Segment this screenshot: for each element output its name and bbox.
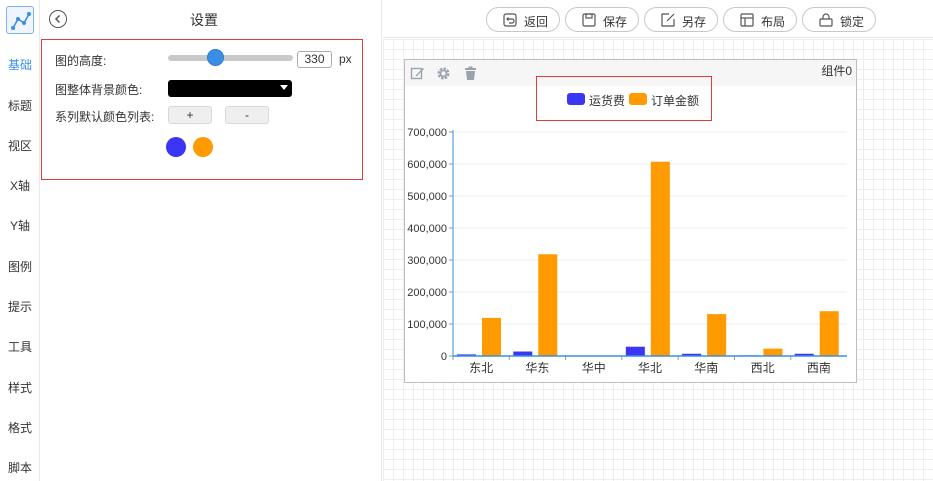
back-button-label: 返回 bbox=[524, 15, 549, 29]
basic-settings-form: 图的高度: 330 px 图整体背景颜色: 系列默认颜色列表: + - bbox=[41, 39, 363, 180]
legend-swatch bbox=[629, 93, 647, 105]
save-button-label: 保存 bbox=[603, 15, 628, 29]
save-as-icon bbox=[661, 13, 675, 27]
y-tick-label: 100,000 bbox=[407, 319, 447, 331]
height-input[interactable]: 330 bbox=[297, 51, 332, 68]
nav-item-tools[interactable]: 工具 bbox=[0, 338, 40, 355]
x-tick-label: 华南 bbox=[694, 360, 718, 375]
nav-item-x-axis[interactable]: X轴 bbox=[0, 177, 40, 194]
bar bbox=[819, 311, 839, 356]
nav-item-format[interactable]: 格式 bbox=[0, 419, 40, 436]
lock-icon bbox=[819, 13, 833, 27]
lock-button[interactable]: 锁定 bbox=[802, 7, 876, 32]
y-tick-label: 200,000 bbox=[407, 287, 447, 299]
chart-legend: 运货费 订单金额 bbox=[536, 76, 712, 121]
chart-logo-icon[interactable] bbox=[6, 6, 34, 34]
remove-color-button[interactable]: - bbox=[225, 106, 269, 124]
x-tick-label: 华北 bbox=[638, 361, 662, 375]
nav-item-legend[interactable]: 图例 bbox=[0, 258, 40, 275]
nav-item-y-axis[interactable]: Y轴 bbox=[0, 217, 40, 234]
series-color-swatch[interactable] bbox=[166, 137, 186, 157]
layout-icon bbox=[740, 13, 754, 27]
layout-button[interactable]: 布局 bbox=[723, 7, 797, 32]
chart-widget[interactable]: 组件0 0 100,000 200,000 300,000 400,000 500,000… bbox=[404, 59, 857, 383]
x-tick-label: 华中 bbox=[582, 360, 606, 375]
bar bbox=[763, 348, 783, 356]
y-tick-label: 700,000 bbox=[407, 127, 447, 139]
bar bbox=[482, 317, 501, 356]
nav-item-basic[interactable]: 基础 bbox=[0, 56, 40, 73]
height-slider-track[interactable] bbox=[168, 55, 293, 61]
bg-color-label: 图整体背景颜色: bbox=[55, 83, 143, 97]
add-color-button[interactable]: + bbox=[168, 106, 212, 124]
bar bbox=[625, 346, 645, 356]
save-button[interactable]: 保存 bbox=[565, 7, 639, 32]
design-canvas[interactable]: 组件0 0 100,000 200,000 300,000 400,000 500,000… bbox=[383, 39, 933, 481]
left-nav: 基础 标题 视区 X轴 Y轴 图例 提示 工具 样式 格式 脚本 bbox=[0, 0, 40, 481]
save-icon bbox=[582, 13, 596, 27]
x-tick-label: 西北 bbox=[751, 361, 775, 375]
nav-item-viewport[interactable]: 视区 bbox=[0, 137, 40, 154]
nav-item-style[interactable]: 样式 bbox=[0, 379, 40, 396]
y-tick-label: 500,000 bbox=[407, 191, 447, 203]
y-tick-label: 400,000 bbox=[407, 223, 447, 235]
caret-down-icon bbox=[280, 85, 288, 90]
nav-item-script[interactable]: 脚本 bbox=[0, 459, 40, 476]
bar bbox=[538, 254, 558, 356]
nav-item-title[interactable]: 标题 bbox=[0, 97, 40, 114]
bar bbox=[707, 314, 727, 356]
x-tick-label: 华东 bbox=[525, 361, 549, 375]
save-as-button-label: 另存 bbox=[682, 15, 707, 29]
series-color-swatch[interactable] bbox=[193, 137, 213, 157]
y-tick-label: 0 bbox=[441, 351, 447, 363]
height-unit: px bbox=[339, 52, 352, 66]
back-button[interactable]: 返回 bbox=[486, 7, 560, 32]
height-label: 图的高度: bbox=[55, 54, 107, 68]
layout-button-label: 布局 bbox=[761, 15, 786, 29]
x-tick-label: 东北 bbox=[469, 361, 493, 375]
legend-swatch bbox=[567, 93, 585, 105]
settings-title: 设置 bbox=[190, 12, 218, 28]
nav-item-tooltip[interactable]: 提示 bbox=[0, 298, 40, 315]
top-toolbar: 返回 保存 另存 布局 锁定 bbox=[383, 0, 933, 38]
y-tick-label: 300,000 bbox=[407, 255, 447, 267]
series-colors-label: 系列默认颜色列表: bbox=[55, 110, 155, 124]
bg-color-picker[interactable] bbox=[168, 80, 292, 97]
bar bbox=[650, 161, 670, 356]
y-tick-label: 600,000 bbox=[407, 159, 447, 171]
legend-label: 运货费 bbox=[589, 94, 626, 108]
legend-label: 订单金额 bbox=[651, 94, 700, 108]
height-slider-thumb[interactable] bbox=[207, 49, 224, 66]
undo-icon bbox=[503, 13, 517, 27]
x-tick-label: 西南 bbox=[807, 360, 831, 375]
save-as-button[interactable]: 另存 bbox=[644, 7, 718, 32]
lock-button-label: 锁定 bbox=[840, 15, 865, 29]
settings-panel: 设置 图的高度: 330 px 图整体背景颜色: 系列默认颜色列表: + - bbox=[41, 0, 382, 481]
